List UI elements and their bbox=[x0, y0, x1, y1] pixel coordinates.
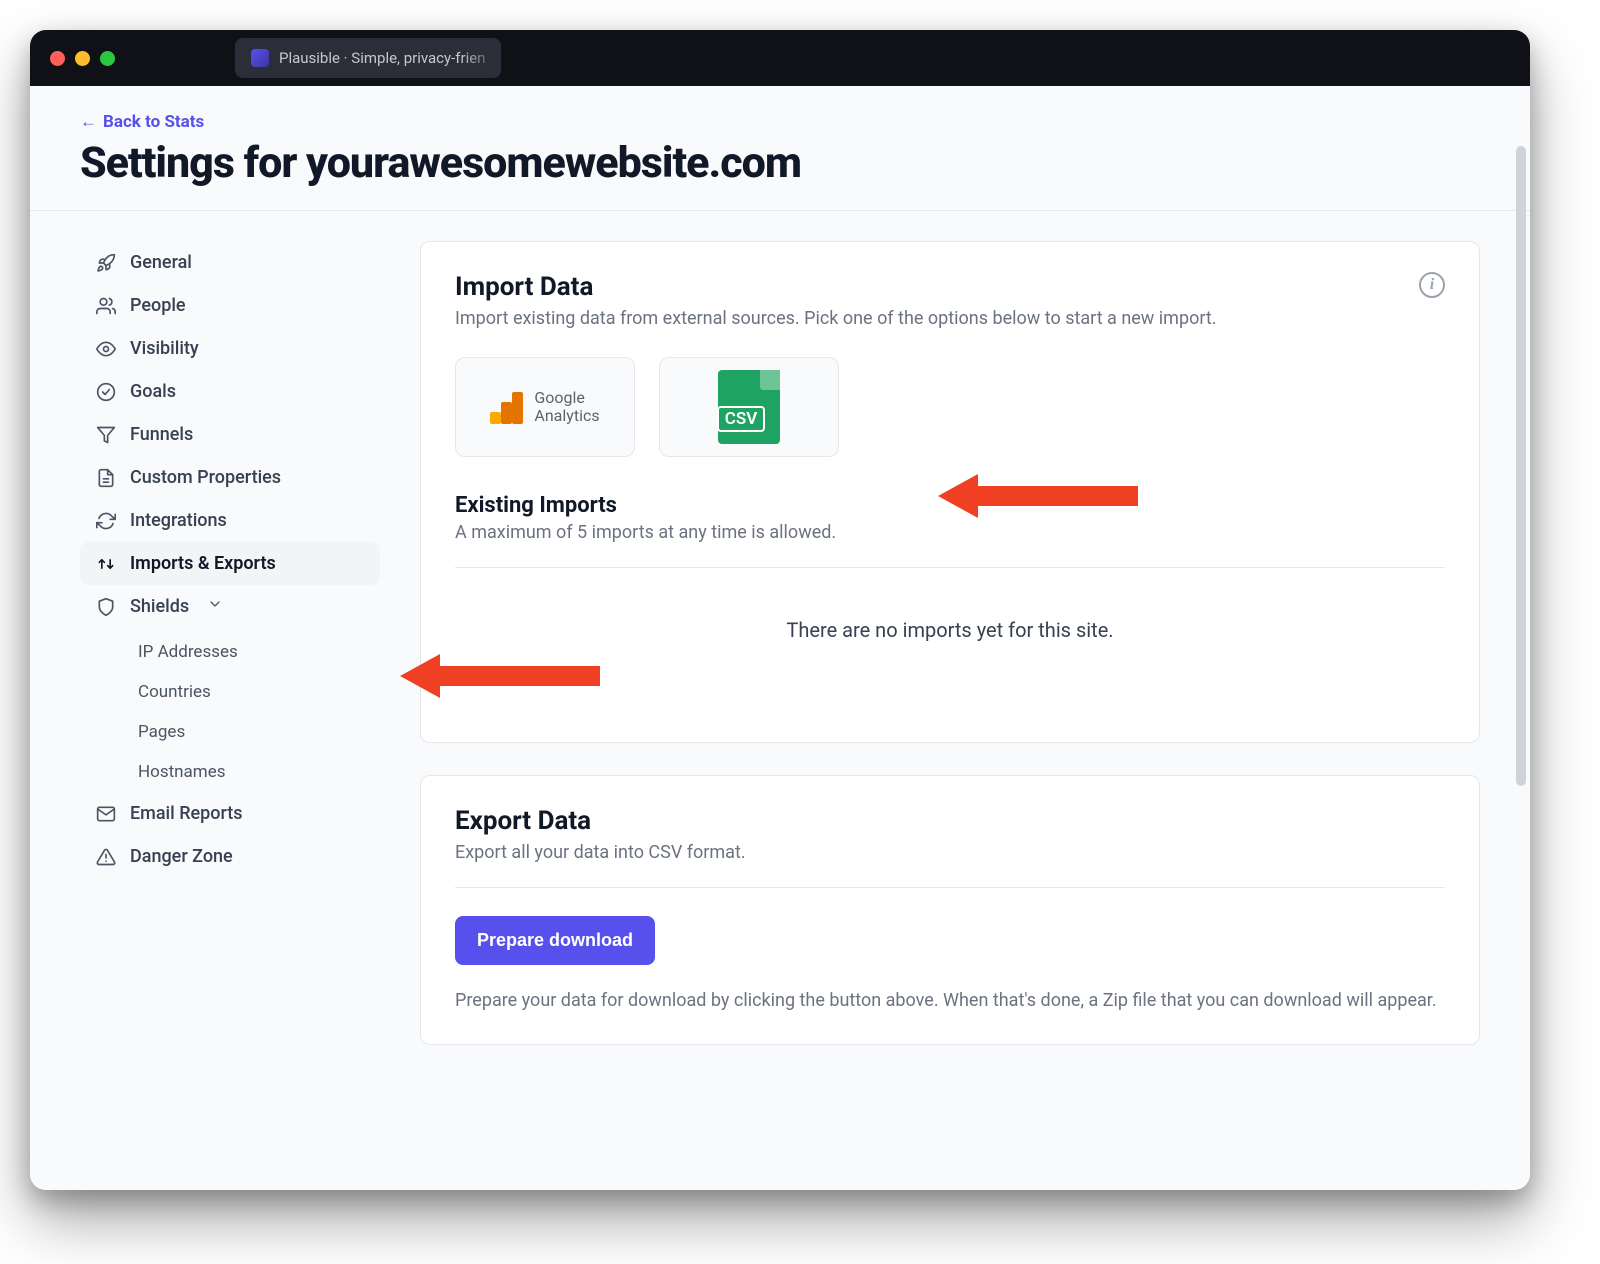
sidebar-item-label: Goals bbox=[130, 381, 176, 402]
sidebar-item-label: Email Reports bbox=[130, 803, 243, 824]
close-window-icon[interactable] bbox=[50, 51, 65, 66]
sidebar-item-integrations[interactable]: Integrations bbox=[80, 499, 380, 542]
sidebar-item-imports-exports[interactable]: Imports & Exports bbox=[80, 542, 380, 585]
plausible-favicon-icon bbox=[251, 49, 269, 67]
eye-icon bbox=[96, 339, 116, 359]
arrows-up-down-icon bbox=[96, 554, 116, 574]
funnel-icon bbox=[96, 425, 116, 445]
sidebar-item-label: Custom Properties bbox=[130, 467, 281, 488]
sidebar-item-label: Integrations bbox=[130, 510, 227, 531]
sidebar-item-danger-zone[interactable]: Danger Zone bbox=[80, 835, 380, 878]
divider bbox=[455, 887, 1445, 888]
sidebar-item-goals[interactable]: Goals bbox=[80, 370, 380, 413]
back-to-stats-link[interactable]: ← Back to Stats bbox=[80, 112, 204, 132]
page-body: ← Back to Stats Settings for yourawesome… bbox=[30, 86, 1530, 1190]
google-analytics-icon bbox=[490, 390, 524, 424]
maximize-window-icon[interactable] bbox=[100, 51, 115, 66]
titlebar: Plausible · Simple, privacy-frien bbox=[30, 30, 1530, 86]
sidebar-item-label: General bbox=[130, 252, 192, 273]
back-link-label: Back to Stats bbox=[103, 112, 204, 132]
sidebar-item-label: Visibility bbox=[130, 338, 199, 359]
import-desc: Import existing data from external sourc… bbox=[455, 308, 1217, 329]
import-heading: Import Data bbox=[455, 272, 1217, 302]
sidebar-item-people[interactable]: People bbox=[80, 284, 380, 327]
sidebar-subitem-ip-addresses[interactable]: IP Addresses bbox=[130, 632, 380, 672]
page-title: Settings for yourawesomewebsite.com bbox=[80, 138, 1480, 188]
users-icon bbox=[96, 296, 116, 316]
sidebar-item-label: People bbox=[130, 295, 186, 316]
sidebar-item-label: Funnels bbox=[130, 424, 193, 445]
sidebar-subitem-countries[interactable]: Countries bbox=[130, 672, 380, 712]
csv-file-icon: CSV bbox=[718, 370, 780, 444]
browser-tab[interactable]: Plausible · Simple, privacy-frien bbox=[235, 38, 501, 78]
sidebar-subitem-pages[interactable]: Pages bbox=[130, 712, 380, 752]
import-option-google-analytics[interactable]: Google Analytics bbox=[455, 357, 635, 457]
document-icon bbox=[96, 468, 116, 488]
sidebar-item-funnels[interactable]: Funnels bbox=[80, 413, 380, 456]
annotation-arrow-sidebar bbox=[400, 646, 600, 706]
page-header: ← Back to Stats Settings for yourawesome… bbox=[30, 86, 1530, 211]
info-icon[interactable]: i bbox=[1419, 272, 1445, 298]
window-controls bbox=[50, 51, 115, 66]
arrow-left-icon: ← bbox=[80, 112, 97, 132]
shields-submenu: IP Addresses Countries Pages Hostnames bbox=[130, 632, 380, 792]
export-desc: Export all your data into CSV format. bbox=[455, 842, 1445, 863]
google-analytics-label: Google Analytics bbox=[534, 389, 599, 424]
annotation-arrow-csv bbox=[938, 466, 1138, 526]
sidebar-item-label: Shields bbox=[130, 596, 189, 617]
sidebar-item-shields[interactable]: Shields bbox=[80, 585, 380, 628]
sidebar-item-email-reports[interactable]: Email Reports bbox=[80, 792, 380, 835]
import-option-csv[interactable]: CSV bbox=[659, 357, 839, 457]
sidebar-item-custom-properties[interactable]: Custom Properties bbox=[80, 456, 380, 499]
shield-icon bbox=[96, 597, 116, 617]
empty-imports-text: There are no imports yet for this site. bbox=[455, 568, 1445, 712]
browser-window: Plausible · Simple, privacy-frien ← Back… bbox=[30, 30, 1530, 1190]
chevron-down-icon bbox=[207, 596, 223, 617]
sidebar-item-label: Imports & Exports bbox=[130, 553, 276, 574]
rocket-icon bbox=[96, 253, 116, 273]
refresh-icon bbox=[96, 511, 116, 531]
minimize-window-icon[interactable] bbox=[75, 51, 90, 66]
sidebar-item-visibility[interactable]: Visibility bbox=[80, 327, 380, 370]
tab-title: Plausible · Simple, privacy-frien bbox=[279, 49, 485, 67]
mail-icon bbox=[96, 804, 116, 824]
export-heading: Export Data bbox=[455, 806, 1445, 836]
sidebar-subitem-hostnames[interactable]: Hostnames bbox=[130, 752, 380, 792]
settings-sidebar: General People Visibility bbox=[80, 241, 380, 1160]
sidebar-item-label: Danger Zone bbox=[130, 846, 233, 867]
check-circle-icon bbox=[96, 382, 116, 402]
scrollbar[interactable] bbox=[1516, 146, 1526, 786]
prepare-download-button[interactable]: Prepare download bbox=[455, 916, 655, 965]
sidebar-item-general[interactable]: General bbox=[80, 241, 380, 284]
alert-triangle-icon bbox=[96, 847, 116, 867]
csv-label: CSV bbox=[717, 406, 766, 432]
export-data-card: Export Data Export all your data into CS… bbox=[420, 775, 1480, 1045]
export-note: Prepare your data for download by clicki… bbox=[455, 987, 1445, 1014]
